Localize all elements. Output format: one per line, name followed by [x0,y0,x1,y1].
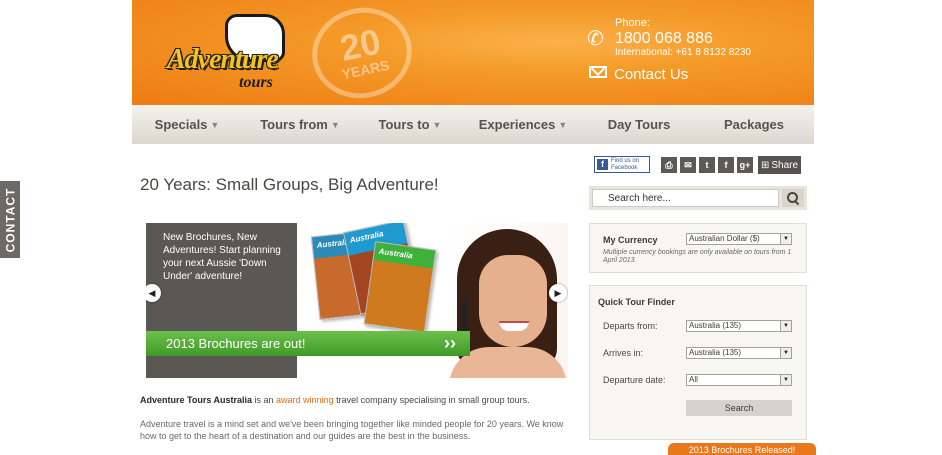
intro-paragraph: Adventure travel is a mind set and we've… [140,419,564,441]
finder-search-button[interactable]: Search [686,400,792,416]
contact-side-tab-label: CONTACT [3,187,17,252]
chevron-down-icon: ▼ [330,119,340,130]
facebook-icon[interactable]: f [718,157,734,173]
nav-specials[interactable]: Specials ▼ [132,105,242,144]
departs-value: Australia (135) [689,321,742,330]
brochure-banner-text: 2013 Brochures are out! [166,336,306,351]
currency-panel: My Currency Australian Dollar ($) ▼ Multi… [589,223,807,273]
contact-us-link[interactable]: Contact Us [614,66,688,83]
email-icon[interactable]: ✉ [680,157,696,173]
award-winning-link[interactable]: award winning [276,395,334,405]
date-select[interactable]: All ▼ [686,374,792,386]
twenty-years-stamp: 20 YEARS [303,0,421,105]
hero-slider[interactable]: New Brochures, New Adventures! Start pla… [146,223,568,378]
site-logo[interactable]: Adventure tours [167,14,307,94]
currency-note: Multiple currency bookings are only avai… [603,249,792,264]
nav-tours-from-label: Tours from [260,117,328,132]
site-search [589,186,807,210]
share-label: Share [771,159,799,171]
nav-tours-from[interactable]: Tours from ▼ [242,105,358,144]
finder-title: Quick Tour Finder [598,297,675,307]
print-icon[interactable]: ⎙ [661,157,677,173]
page-title: 20 Years: Small Groups, Big Adventure! [140,175,439,194]
chevron-down-icon: ▼ [780,348,791,358]
social-row: Find us on Facebook ⎙ ✉ t f g+ ⊞Share [594,156,804,174]
google-plus-icon[interactable]: g+ [737,157,753,173]
departs-label: Departs from: [603,321,658,331]
arrives-label: Arrives in: [603,348,644,358]
chevron-down-icon: ▼ [210,119,220,130]
international-phone: International: +61 8 8132 8230 [615,47,751,58]
chevron-down-icon: ▼ [780,234,791,244]
brochures-released-tab[interactable]: 2013 Brochures Released! [668,443,816,455]
intro-text-rest: travel company specialising in small gro… [333,395,530,405]
nav-specials-label: Specials [154,117,208,132]
facebook-badge[interactable]: Find us on Facebook [594,156,650,173]
chevron-down-icon: ▼ [432,119,442,130]
currency-label: My Currency [603,235,658,245]
main-nav: Specials ▼ Tours from ▼ Tours to ▼ Experien… [132,105,814,144]
nav-day-tours-label: Day Tours [607,117,671,132]
brochure-banner[interactable]: 2013 Brochures are out! ›› [146,331,470,356]
brochure-title: Australia [378,246,414,261]
logo-text-main: Adventure [167,44,279,75]
search-icon [787,192,799,204]
chevron-right-icon: ›› [444,333,456,353]
chevron-down-icon: ▼ [780,321,791,331]
arrives-value: Australia (135) [689,348,742,357]
nav-experiences[interactable]: Experiences ▼ [462,105,584,144]
nav-day-tours[interactable]: Day Tours [584,105,694,144]
mail-icon [589,66,607,78]
plus-icon: ⊞ [760,159,770,171]
chevron-down-icon: ▼ [780,375,791,385]
currency-select[interactable]: Australian Dollar ($) ▼ [686,233,792,245]
quick-tour-finder: Quick Tour Finder Departs from: Australi… [589,285,807,440]
search-input[interactable] [592,189,779,207]
company-name: Adventure Tours Australia [140,395,253,405]
nav-experiences-label: Experiences [478,117,556,132]
departs-select[interactable]: Australia (135) ▼ [686,320,792,332]
nav-tours-to-label: Tours to [378,117,430,132]
slider-next-button[interactable]: ▶ [549,284,567,302]
contact-side-tab[interactable]: CONTACT [0,181,20,258]
phone-number[interactable]: 1800 068 886 [615,30,713,48]
brochure-image: Australia [363,241,437,333]
logo-text-sub: tours [239,74,273,91]
nav-packages[interactable]: Packages [694,105,814,144]
nav-packages-label: Packages [724,117,784,132]
site-header: Adventure tours 20 YEARS ✆ Phone: 1800 0… [132,0,814,105]
chevron-down-icon: ▼ [558,119,568,130]
phone-icon: ✆ [587,28,604,50]
nav-tours-to[interactable]: Tours to ▼ [358,105,462,144]
intro-line: Adventure Tours Australia is an award wi… [140,395,530,405]
currency-selected: Australian Dollar ($) [689,234,760,243]
intro-text-is-an: is an [252,395,277,405]
date-label: Departure date: [603,375,666,385]
search-button[interactable] [782,189,804,207]
share-button[interactable]: ⊞ Share [758,156,801,174]
date-value: All [689,375,698,384]
arrives-select[interactable]: Australia (135) ▼ [686,347,792,359]
phone-label: Phone: [615,17,650,29]
twitter-icon[interactable]: t [699,157,715,173]
